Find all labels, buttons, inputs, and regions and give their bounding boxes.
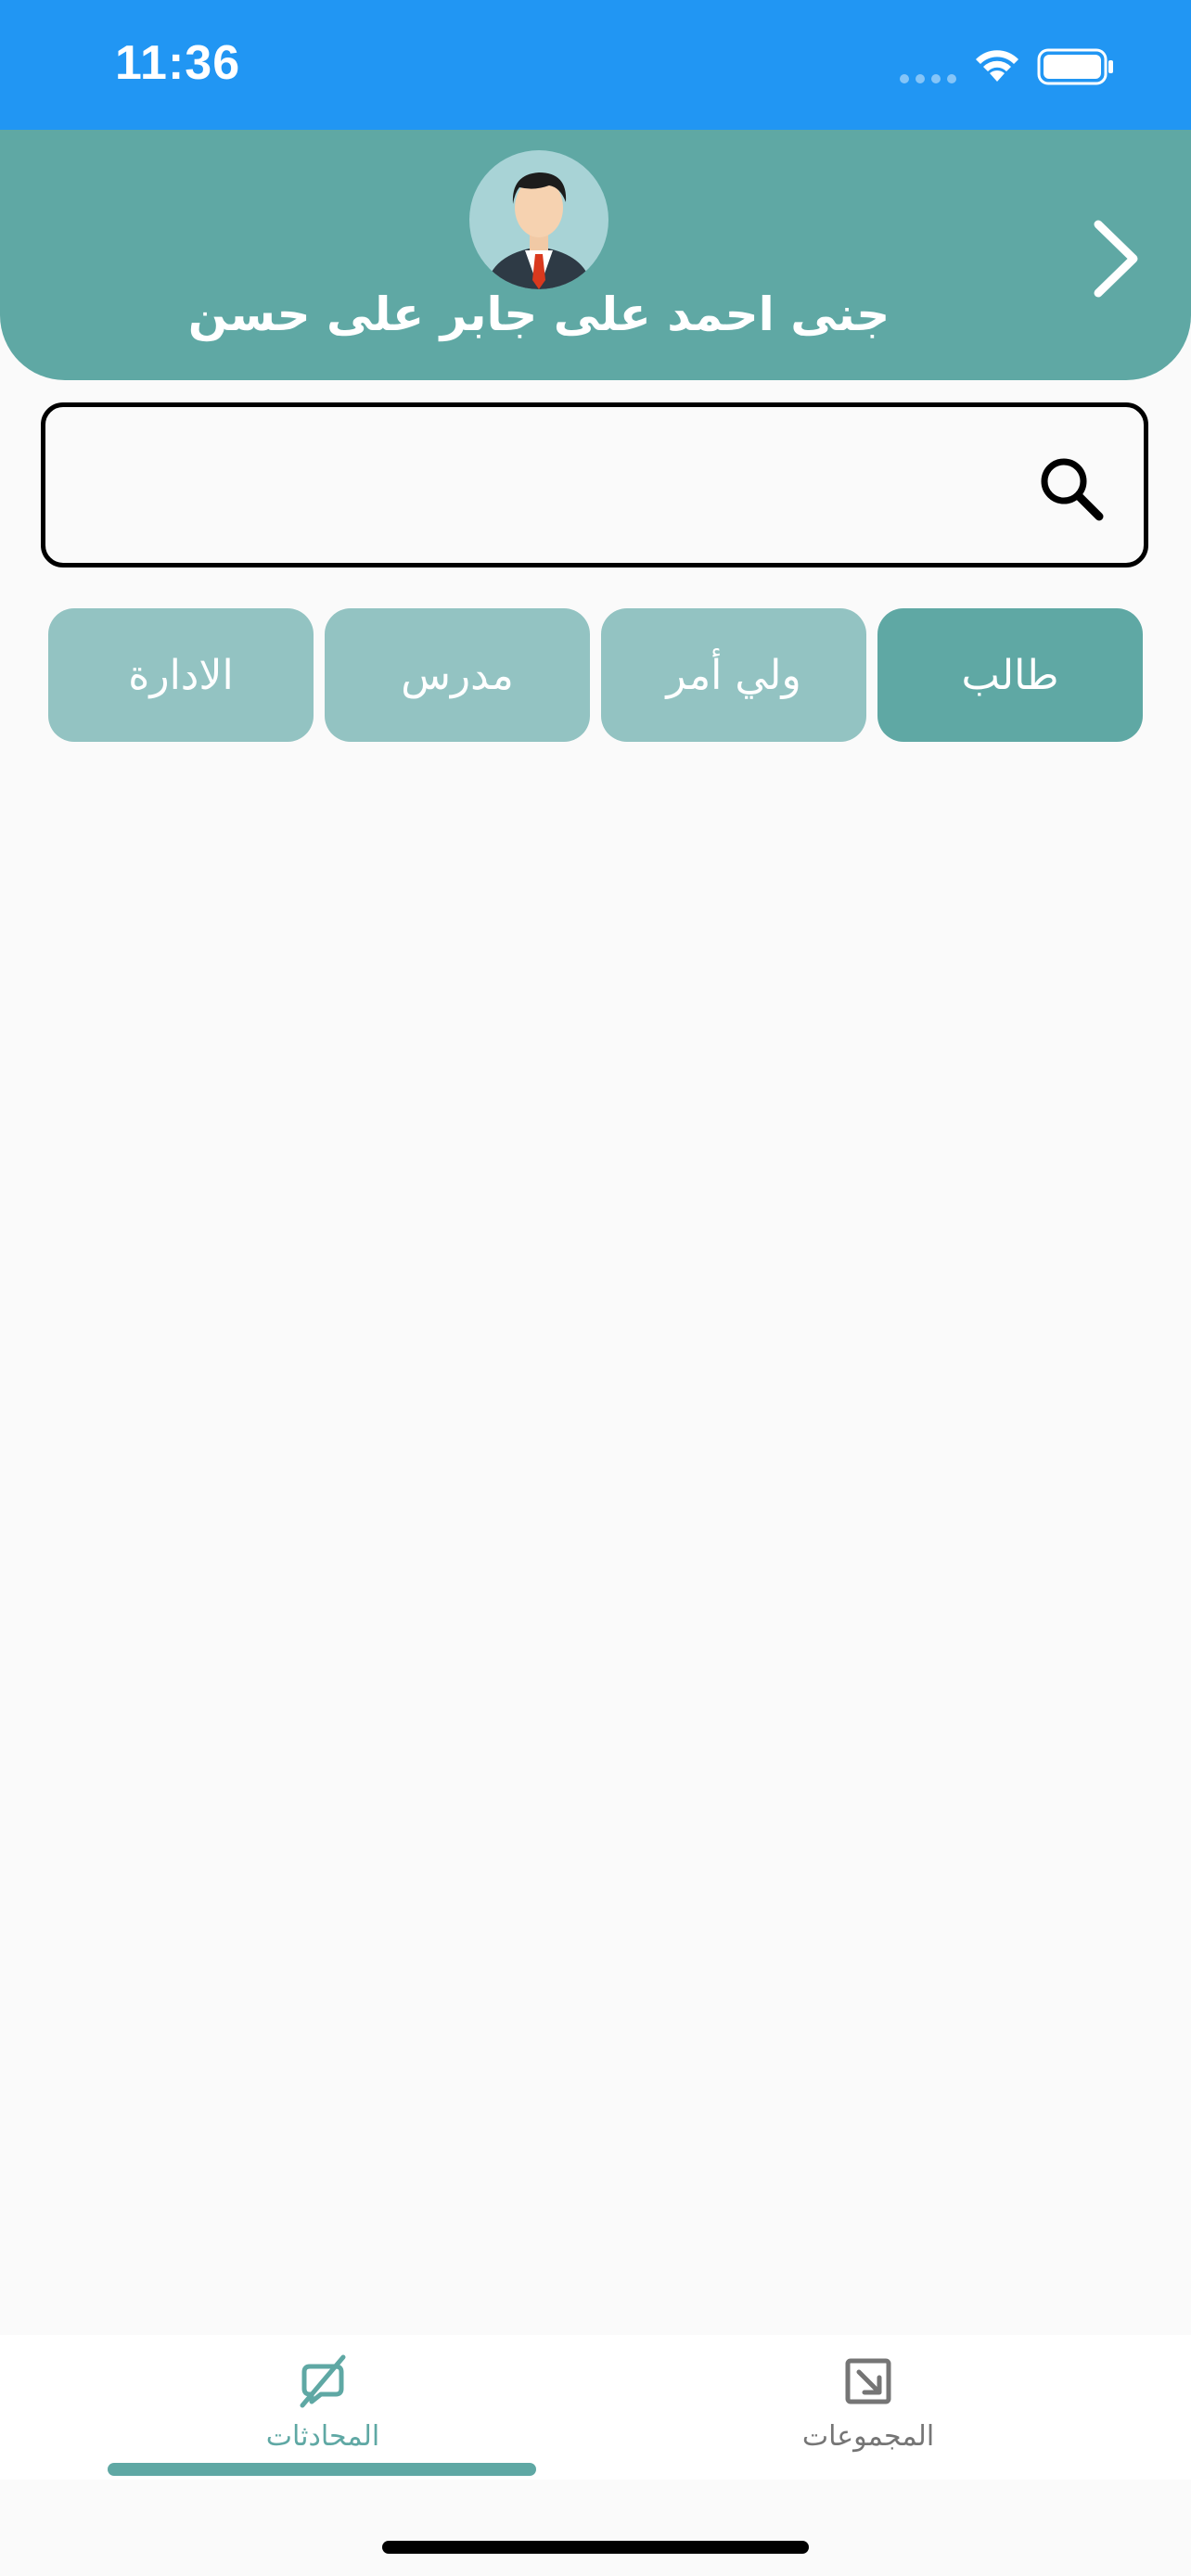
active-tab-indicator xyxy=(108,2463,536,2476)
status-bar: 11:36 xyxy=(0,0,1191,130)
search-input[interactable] xyxy=(73,435,1032,537)
tab-guardian[interactable]: ولي أمر xyxy=(601,608,866,742)
tab-teacher[interactable]: مدرس xyxy=(325,608,590,742)
tab-student[interactable]: طالب xyxy=(877,608,1143,742)
nav-item-chats[interactable]: المحادثات xyxy=(109,2335,536,2480)
chat-off-icon xyxy=(300,2354,346,2408)
signal-dots-icon xyxy=(900,74,956,83)
status-time: 11:36 xyxy=(115,36,241,90)
open-external-icon xyxy=(845,2358,891,2404)
user-name: جنى احمد على جابر على حسن xyxy=(187,287,890,341)
bottom-nav: المحادثات المجموعات xyxy=(0,2335,1191,2480)
wifi-icon xyxy=(976,50,1018,82)
avatar xyxy=(469,150,608,289)
chevron-right-icon xyxy=(1094,220,1138,298)
home-indicator[interactable] xyxy=(382,2541,809,2554)
nav-label-groups: المجموعات xyxy=(801,2420,935,2453)
battery-icon xyxy=(1037,48,1113,85)
search-box xyxy=(41,402,1148,567)
nav-label-chats: المحادثات xyxy=(265,2420,380,2453)
nav-item-groups[interactable]: المجموعات xyxy=(655,2335,1082,2480)
tab-administration[interactable]: الادارة xyxy=(48,608,314,742)
profile-header: جنى احمد على جابر على حسن xyxy=(0,130,1191,380)
search-icon[interactable] xyxy=(1036,453,1107,524)
forward-button[interactable] xyxy=(1076,208,1159,310)
